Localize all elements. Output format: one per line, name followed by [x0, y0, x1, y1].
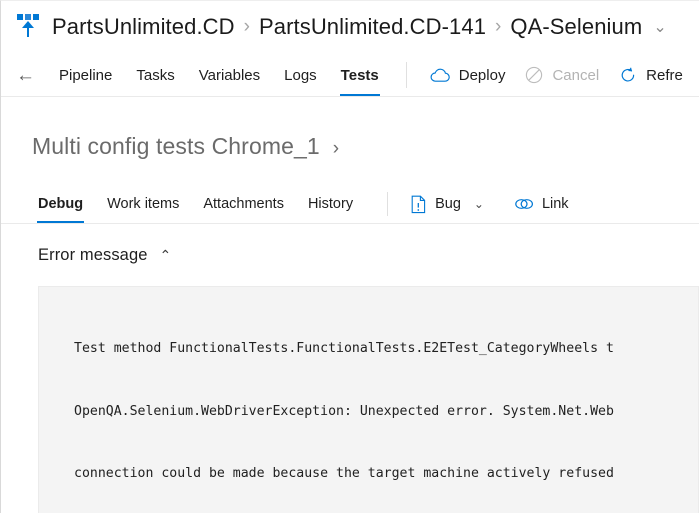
cloud-icon [430, 68, 450, 82]
error-message-heading: Error message [38, 246, 148, 264]
breadcrumb-item-pipeline[interactable]: PartsUnlimited.CD [52, 14, 235, 40]
tab-tasks[interactable]: Tasks [124, 53, 186, 97]
tab-work-items[interactable]: Work items [95, 184, 191, 224]
link-label: Link [541, 196, 569, 212]
tab-pipeline[interactable]: Pipeline [47, 53, 124, 97]
tab-label: Tasks [136, 66, 175, 84]
create-bug-button[interactable]: Bug ⌄ [402, 184, 492, 224]
test-results-page: PartsUnlimited.CD › PartsUnlimited.CD-14… [0, 0, 699, 513]
cancel-circle-slash-icon [526, 66, 543, 84]
bug-label: Bug [435, 196, 461, 212]
breadcrumb-item-environment[interactable]: QA-Selenium [510, 14, 642, 40]
tab-variables[interactable]: Variables [187, 53, 272, 97]
pipeline-nav-bar: ← Pipeline Tasks Variables Logs Tests De… [1, 53, 699, 97]
tab-attachments[interactable]: Attachments [191, 184, 296, 224]
breadcrumb-item-release[interactable]: PartsUnlimited.CD-141 [259, 14, 486, 40]
tab-label: Variables [198, 66, 261, 84]
stack-trace-line: connection could be made because the tar… [74, 466, 614, 481]
tab-tests[interactable]: Tests [329, 53, 391, 97]
stack-trace-line: OpenQA.Selenium.WebDriverException: Unex… [74, 403, 614, 419]
refresh-label: Refre [646, 66, 683, 84]
tab-logs[interactable]: Logs [272, 53, 329, 97]
stack-trace-line: Test method FunctionalTests.FunctionalTe… [74, 341, 614, 356]
breadcrumb-separator: › [495, 16, 502, 37]
release-pipeline-icon [17, 14, 39, 38]
tab-debug[interactable]: Debug [32, 184, 95, 224]
tab-label: Logs [284, 66, 317, 84]
deploy-label: Deploy [458, 66, 506, 84]
toolbar-divider [387, 192, 389, 216]
toolbar-divider [405, 62, 407, 88]
back-arrow-icon[interactable]: ← [16, 66, 35, 85]
error-message-section-header[interactable]: Error message ⌃ [1, 224, 171, 265]
link-icon [515, 199, 533, 209]
breadcrumb-separator: › [243, 16, 250, 37]
breadcrumb: PartsUnlimited.CD › PartsUnlimited.CD-14… [1, 1, 699, 53]
refresh-icon [621, 67, 635, 82]
deploy-button[interactable]: Deploy [420, 53, 516, 97]
test-detail-tab-bar: Debug Work items Attachments History Bug… [1, 184, 699, 224]
bug-work-item-icon [411, 195, 426, 213]
cancel-label: Cancel [552, 66, 600, 84]
tab-label: History [307, 196, 354, 212]
page-title: Multi config tests Chrome_1 [32, 133, 320, 159]
chevron-down-icon[interactable]: ⌄ [653, 17, 666, 37]
tab-label: Work items [107, 196, 180, 212]
chevron-right-icon[interactable]: › [333, 138, 339, 160]
tab-history[interactable]: History [296, 184, 365, 224]
tab-label: Attachments [203, 196, 284, 212]
page-title-row: Multi config tests Chrome_1 › [1, 97, 699, 160]
chevron-up-icon[interactable]: ⌃ [160, 247, 172, 264]
tab-label: Debug [38, 196, 84, 212]
refresh-button[interactable]: Refre [609, 53, 693, 97]
chevron-down-icon[interactable]: ⌄ [474, 197, 484, 211]
link-button[interactable]: Link [506, 184, 577, 224]
cancel-button[interactable]: Cancel [515, 53, 609, 97]
tab-label: Tests [340, 66, 379, 84]
error-stack-trace[interactable]: Test method FunctionalTests.FunctionalTe… [38, 286, 699, 513]
tab-label: Pipeline [59, 66, 113, 84]
